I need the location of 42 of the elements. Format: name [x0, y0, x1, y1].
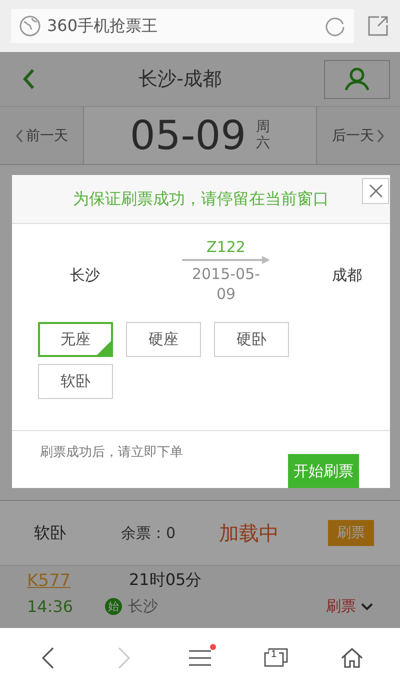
dialog-title: 为保证刷票成功，请停留在当前窗口: [73, 188, 329, 210]
route-arrow-icon: [182, 256, 270, 264]
back-button[interactable]: [22, 68, 36, 90]
reload-icon[interactable]: [324, 15, 346, 37]
start-badge: 始: [105, 598, 122, 615]
chevron-left-icon: [41, 646, 55, 670]
train-number: Z122: [206, 238, 246, 256]
travel-duration: 21时05分: [129, 570, 202, 591]
tabs-button[interactable]: 1: [254, 638, 298, 678]
selected-date: 05-09: [130, 112, 246, 158]
seat-option[interactable]: 硬座: [126, 322, 201, 358]
departure-time: 14:36: [27, 597, 74, 616]
loading-status: 加载中: [219, 520, 280, 546]
remaining-tickets: 余票：0: [121, 524, 177, 542]
menu-icon: [188, 648, 212, 668]
tab-count: 1: [269, 650, 279, 660]
weekday: 周六: [256, 120, 270, 151]
seat-option[interactable]: 无座: [38, 322, 113, 358]
chevron-down-icon: [360, 602, 374, 611]
chevron-right-icon: [117, 646, 131, 670]
share-icon[interactable]: [366, 14, 390, 38]
home-icon: [340, 646, 364, 668]
close-icon: [368, 183, 384, 199]
user-icon: [344, 67, 370, 91]
chevron-right-icon: [376, 128, 385, 144]
seat-option[interactable]: 软卧: [38, 364, 113, 400]
origin-city: 长沙: [70, 266, 100, 285]
chevron-left-icon: [22, 68, 36, 90]
page-title: 360手机抢票王: [47, 16, 159, 36]
close-button[interactable]: [362, 178, 389, 204]
order-hint: 刷票成功后，请立即下单: [40, 444, 183, 462]
route-title: 长沙-成都: [138, 67, 222, 92]
departure-station: 长沙: [128, 597, 159, 616]
address-bar[interactable]: 360手机抢票王: [11, 9, 354, 43]
destination-city: 成都: [332, 266, 362, 285]
user-button[interactable]: [324, 60, 390, 98]
chevron-left-icon: [15, 128, 24, 144]
travel-date: 2015-05-09: [190, 264, 262, 304]
previous-day-button[interactable]: 前一天: [0, 107, 84, 164]
next-day-button[interactable]: 后一天: [316, 107, 400, 164]
seat-option[interactable]: 硬卧: [214, 322, 289, 358]
seat-type: 软卧: [34, 522, 67, 544]
